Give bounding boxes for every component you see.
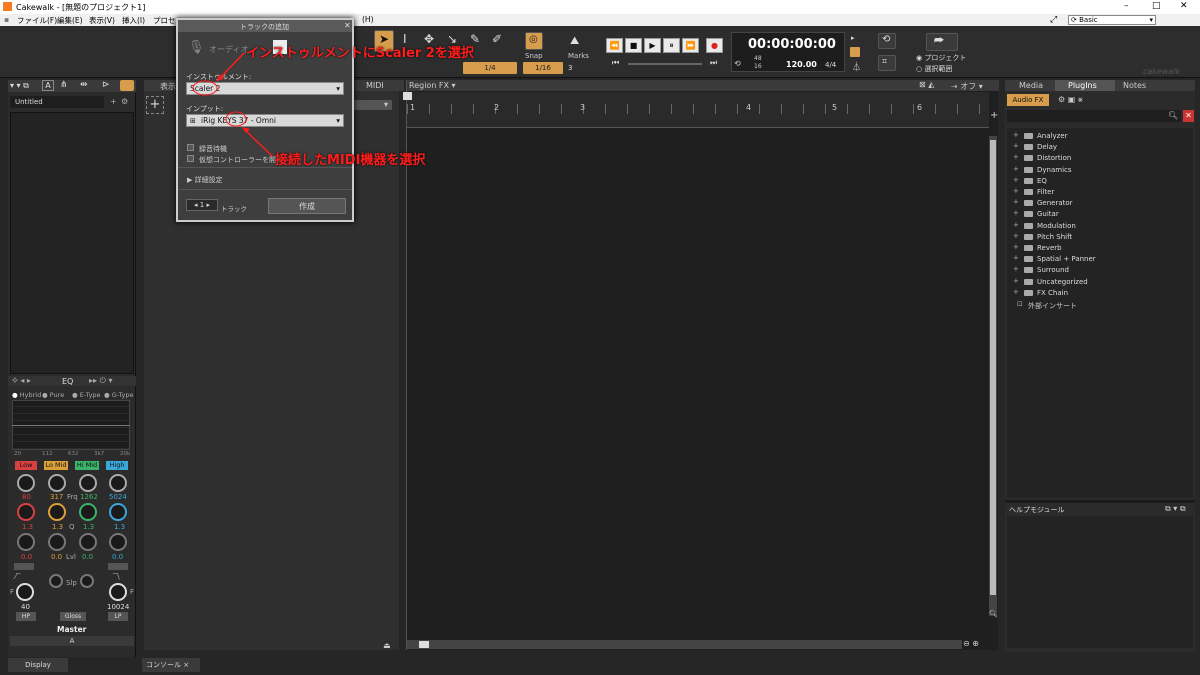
annotation-select-midi: 接続したMIDI機器を選択 [275,153,426,168]
annotation-circle-instrument [192,80,218,96]
annotation-select-scaler: インストゥルメントにScaler 2を選択 [246,46,474,61]
annotation-arrowhead-2 [242,127,250,133]
annotation-overlay [192,52,273,157]
annotation-arrow-2 [243,128,273,157]
annotation-circle-input [225,111,247,127]
